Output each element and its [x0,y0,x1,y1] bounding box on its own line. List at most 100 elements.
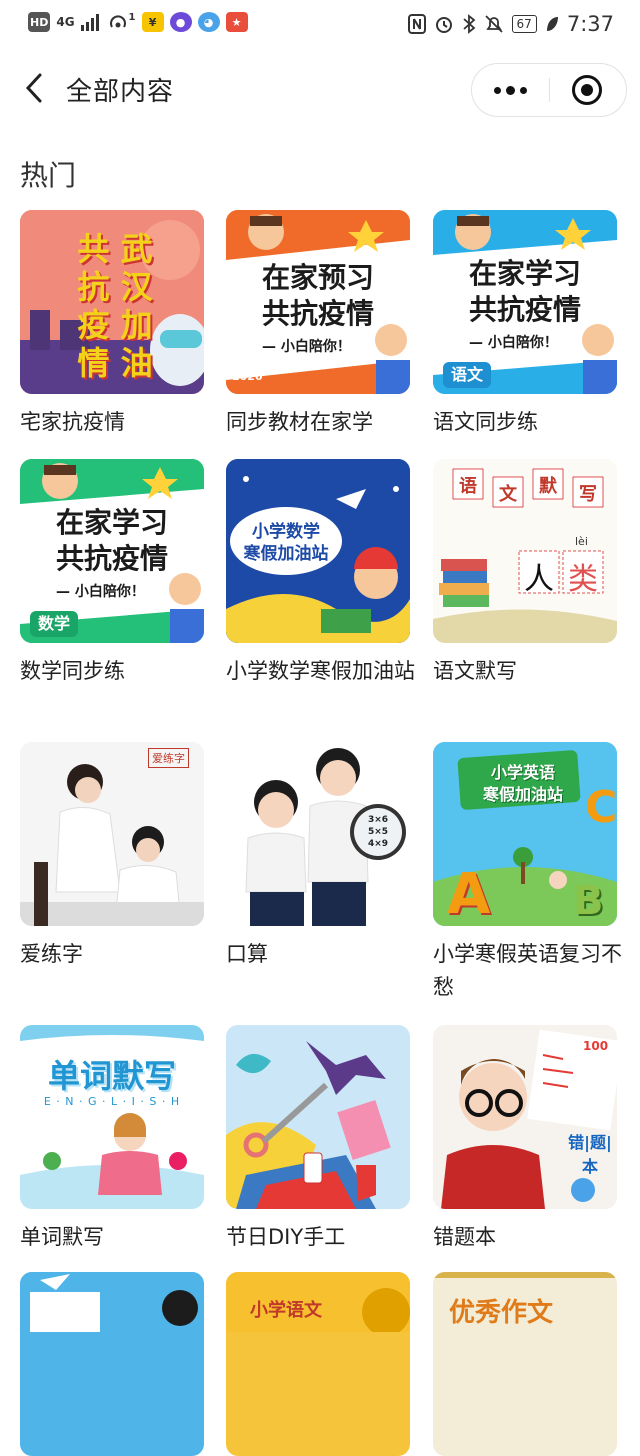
thumb-text: 在家学习 [468,257,581,290]
thumb-text: 优秀作文 [449,1298,554,1328]
item-label: 同步教材在家学 [226,410,373,434]
thumb-text: 语 [459,476,477,497]
grid-item-partial-3[interactable]: 优秀作文 [433,1272,617,1456]
thumb-text: 类 [568,562,598,597]
thumb-text: 单词默写 [47,1057,176,1095]
grid-item-chinese-dictation[interactable]: 语 文 默 写 人 类 lèi 语文默写 [433,459,617,688]
status-bar: HD 4G 1 ¥ ● ◕ ★ 67 7:37 [0,0,640,50]
close-mini-program-button[interactable] [572,75,602,105]
thumb-text: 数学 [30,611,78,637]
thumb-text: — 小白陪你！ [262,339,351,355]
item-label: 爱练字 [20,942,83,966]
mini-program-capsule [471,63,627,117]
grid-item-home-epidemic[interactable]: 共 武 抗 汉 疫 加 情 油 宅家抗疫情 [20,210,204,439]
thumb-text: 加 [120,306,153,344]
bird-app-icon: ◕ [197,12,220,32]
thumb-text: — 小白陪你！ [56,584,145,600]
thumb-text: 默 [539,476,557,497]
thumb-text: C [585,782,617,833]
thumb-text: 人 [524,562,554,597]
thumb-text: A [447,862,491,926]
mute-icon [484,15,503,33]
thumb-text: 共抗疫情 [468,293,581,326]
grid-item-mental-math[interactable]: 3×6 5×5 4×9 口算 [226,742,410,971]
item-label: 数学同步练 [20,659,125,683]
pay-app-icon: ¥ [141,12,164,32]
thumbnail-image: 小学英语寒假加油站 A B C [433,742,617,926]
thumb-text: 在家学习 [55,506,168,539]
thumbnail-image: 单词默写 E · N · G · L · I · S · H [20,1025,204,1209]
thumb-text: 写 [579,484,597,505]
grid-item-calligraphy[interactable]: 爱练字 爱练字 [20,742,204,971]
grid-item-mistake-notebook[interactable]: 错|题|本 100 错题本 [433,1025,617,1254]
item-label: 小学数学寒假加油站 [226,659,415,683]
item-label: 宅家抗疫情 [20,410,125,434]
thumb-text: 情 [77,344,110,382]
thumbnail-image: 优秀作文 [433,1272,617,1456]
thumbnail-image: 共 武 抗 汉 疫 加 情 油 [20,210,204,394]
back-arrow-icon[interactable] [22,71,48,105]
thumb-text: — 小白陪你！ [469,335,558,351]
grid-item-holiday-diy[interactable]: 节日DIY手工 [226,1025,410,1254]
thumb-text: 5×5 [367,827,389,837]
grid-item-chinese-practice[interactable]: 在家学习 共抗疫情 — 小白陪你！ 语文 语文同步练 [433,210,617,439]
nav-bar: 全部内容 [0,55,640,121]
thumb-text: 小学语文 [250,1300,322,1321]
alarm-icon [435,17,452,33]
item-label: 小学寒假英语复习不愁 [433,942,622,999]
grid-item-math-winter-station[interactable]: 小学数学 寒假加油站 小学数学寒假加油站 [226,459,415,688]
thumb-text: 疫 [77,306,110,344]
thumb-text: 寒假加油站 [482,785,563,804]
thumb-text: 本 [581,1157,598,1176]
thumb-text: 共 [77,230,110,268]
thumbnail-image: 在家学习 共抗疫情 — 小白陪你！ 数学 [20,459,204,643]
grid-item-english-winter-review[interactable]: 小学英语寒假加油站 A B C 小学寒假英语复习不愁 [433,742,622,1004]
grid-item-math-practice[interactable]: 在家学习 共抗疫情 — 小白陪你！ 数学 数学同步练 [20,459,204,688]
thumb-text: lèi [575,535,588,548]
network-type: 4G [56,15,75,29]
thumbnail-image: 爱练字 [20,742,204,926]
thumb-text: 题 [590,1133,607,1152]
thumb-text: 小学数学 [252,522,320,542]
thumb-text: 武 [120,230,153,268]
capsule-divider [549,78,550,102]
grid-item-partial-1[interactable] [20,1272,204,1456]
grid-item-sync-textbook[interactable]: 在家预习 共抗疫情 — 小白陪你！ 2020 同步教材在家学 [226,210,410,439]
thumbnail-image: 小学数学 寒假加油站 [226,459,410,643]
item-label: 单词默写 [20,1225,104,1249]
nfc-icon [407,14,426,34]
thumb-text: 100 [583,1039,609,1053]
app-notification-icon: ● [169,12,192,32]
thumb-text: 在家预习 [261,261,374,294]
grid-item-partial-2[interactable]: 小学语文 [226,1272,410,1456]
thumb-text: 寒假加油站 [243,544,329,564]
battery-level: 67 [511,15,537,33]
thumbnail-image [20,1272,204,1456]
leaf-icon [546,17,558,31]
thumbnail-image: 小学语文 [226,1272,410,1456]
thumbnail-image: 3×6 5×5 4×9 [226,742,410,926]
grid-item-word-dictation[interactable]: 单词默写 E · N · G · L · I · S · H 单词默写 [20,1025,204,1254]
section-title-hot: 热门 [20,159,77,192]
thumb-text: 共抗疫情 [55,542,168,575]
thumb-text: 抗 [77,268,110,306]
thumbnail-image: 在家预习 共抗疫情 — 小白陪你！ 2020 [226,210,410,394]
item-label: 语文默写 [433,659,517,683]
thumbnail-image: 错|题|本 100 [433,1025,617,1209]
thumb-text: B [573,878,604,924]
thumbnail-image [226,1025,410,1209]
item-label: 口算 [226,942,268,966]
item-label: 语文同步练 [433,410,538,434]
thumbnail-image: 在家学习 共抗疫情 — 小白陪你！ 语文 [433,210,617,394]
signal-icon [80,14,99,31]
item-label: 错题本 [433,1225,496,1249]
thumb-text: 4×9 [367,839,389,849]
hotspot-icon [109,15,126,28]
thumb-text: 共抗疫情 [261,297,374,330]
thumb-text: 小学英语 [490,763,555,782]
thumb-text: 错 [568,1133,585,1152]
thumb-text: 汉 [120,268,153,306]
item-label: 节日DIY手工 [226,1225,346,1249]
more-options-button[interactable] [472,64,548,116]
bluetooth-icon [462,14,475,34]
